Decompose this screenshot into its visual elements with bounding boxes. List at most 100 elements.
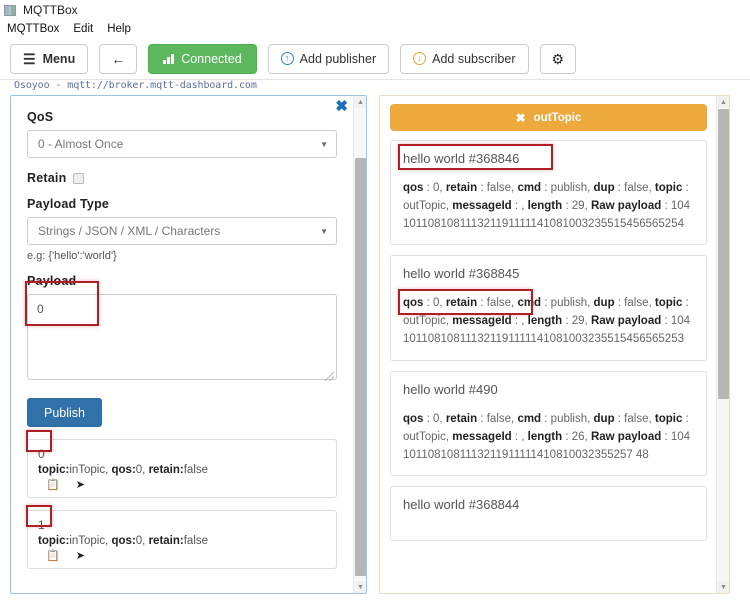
msg-dup-value: : false, — [615, 182, 655, 194]
msg-cmd-key: cmd — [517, 297, 541, 309]
resend-arrow-icon[interactable]: ➤ — [76, 550, 85, 563]
menu-button-label: Menu — [43, 52, 76, 66]
msg-messageid-key: messageId — [452, 315, 511, 327]
msg-cmd-value: : publish, — [541, 297, 593, 309]
message-card[interactable]: hello world #368845 qos : 0, retain : fa… — [390, 255, 707, 360]
payload-type-hint: e.g: {'hello':'world'} — [27, 250, 337, 262]
message-card[interactable]: hello world #368846 qos : 0, retain : fa… — [390, 140, 707, 245]
msg-raw-key: Raw payload — [591, 315, 661, 327]
history-qos-value: 0, — [136, 464, 149, 476]
publisher-scrollbar[interactable]: ▲ ▼ — [353, 96, 366, 593]
msg-qos-value: : 0, — [423, 182, 445, 194]
msg-dup-key: dup — [594, 182, 615, 194]
history-meta: topic:inTopic, qos:0, retain:false — [38, 535, 326, 547]
history-qos-value: 0, — [136, 535, 149, 547]
subscriber-topic-label: outTopic — [534, 112, 582, 124]
msg-retain-key: retain — [446, 413, 477, 425]
payload-type-label: Payload Type — [27, 197, 337, 211]
add-publisher-button[interactable]: ↑ Add publisher — [268, 44, 389, 74]
settings-button[interactable]: ⚙ — [540, 44, 577, 74]
signal-bars-icon — [163, 54, 175, 64]
menu-item-mqttbox[interactable]: MQTTBox — [7, 23, 59, 35]
qos-selected-value: 0 - Almost Once — [38, 137, 123, 151]
qos-label: QoS — [27, 110, 337, 124]
subscriber-topic-header[interactable]: ✖ outTopic — [390, 104, 707, 131]
msg-raw-key: Raw payload — [591, 431, 661, 443]
message-card[interactable]: hello world #490 qos : 0, retain : false… — [390, 371, 707, 476]
gear-icon: ⚙ — [552, 52, 565, 66]
payload-type-select[interactable]: Strings / JSON / XML / Characters ▼ — [27, 217, 337, 245]
msg-retain-value: : false, — [477, 413, 517, 425]
subscriber-panel: ✖ outTopic hello world #368846 qos : 0, … — [379, 95, 730, 594]
message-title: hello world #368845 — [403, 266, 694, 281]
message-title: hello world #368844 — [403, 497, 694, 512]
history-qos-key: qos: — [112, 464, 136, 476]
msg-length-value: : 26, — [562, 431, 591, 443]
retain-label: Retain — [27, 171, 66, 185]
chevron-down-icon: ▼ — [320, 227, 328, 236]
copy-icon[interactable]: 📋 — [46, 479, 60, 492]
menu-item-help[interactable]: Help — [107, 23, 131, 35]
msg-raw-key: Raw payload — [591, 200, 661, 212]
history-topic-value: inTopic, — [69, 464, 111, 476]
msg-length-key: length — [528, 315, 563, 327]
publish-button[interactable]: Publish — [27, 398, 102, 427]
retain-checkbox[interactable] — [73, 173, 84, 184]
chevron-down-icon: ▼ — [320, 140, 328, 149]
payload-input[interactable] — [27, 294, 337, 380]
history-topic-key: topic: — [38, 464, 69, 476]
msg-messageid-key: messageId — [452, 431, 511, 443]
msg-retain-value: : false, — [477, 182, 517, 194]
subscriber-scrollbar[interactable]: ▲ ▼ — [716, 96, 729, 593]
msg-topic-key: topic — [655, 182, 682, 194]
msg-topic-key: topic — [655, 413, 682, 425]
publisher-close-icon[interactable]: ✖ — [335, 99, 348, 114]
msg-dup-key: dup — [594, 413, 615, 425]
app-icon — [4, 5, 16, 16]
window-titlebar: MQTTBox — [0, 0, 750, 20]
menubar: MQTTBox Edit Help — [0, 20, 750, 38]
publish-history-item[interactable]: 1 topic:inTopic, qos:0, retain:false 📋 ➤ — [27, 510, 337, 569]
msg-dup-value: : false, — [615, 413, 655, 425]
circle-down-arrow-icon: ↓ — [413, 52, 426, 65]
broker-connection-label: Osoyoo - mqtt://broker.mqtt-dashboard.co… — [0, 80, 750, 95]
history-topic-value: inTopic, — [69, 535, 111, 547]
close-x-icon[interactable]: ✖ — [516, 111, 526, 125]
back-button[interactable]: ← — [99, 44, 137, 74]
msg-length-value: : 29, — [562, 315, 591, 327]
history-meta: topic:inTopic, qos:0, retain:false — [38, 464, 326, 476]
circle-up-arrow-icon: ↑ — [281, 52, 294, 65]
subscriber-scrollbar-thumb[interactable] — [718, 109, 729, 399]
scroll-up-arrow[interactable]: ▲ — [717, 96, 730, 108]
msg-dup-value: : false, — [615, 297, 655, 309]
add-subscriber-label: Add subscriber — [432, 52, 515, 66]
message-details: qos : 0, retain : false, cmd : publish, … — [403, 180, 694, 233]
copy-icon[interactable]: 📋 — [46, 550, 60, 563]
connection-status-button[interactable]: Connected — [148, 44, 256, 74]
history-payload: 0 — [38, 447, 326, 461]
message-title: hello world #368846 — [403, 151, 694, 166]
msg-cmd-value: : publish, — [541, 182, 593, 194]
msg-length-key: length — [528, 200, 563, 212]
retain-row: Retain — [27, 171, 337, 185]
qos-select[interactable]: 0 - Almost Once ▼ — [27, 130, 337, 158]
add-subscriber-button[interactable]: ↓ Add subscriber — [400, 44, 528, 74]
history-retain-key: retain: — [149, 535, 184, 547]
message-card[interactable]: hello world #368844 — [390, 486, 707, 541]
msg-messageid-key: messageId — [452, 200, 511, 212]
scroll-down-arrow[interactable]: ▼ — [717, 581, 730, 593]
menu-item-edit[interactable]: Edit — [73, 23, 93, 35]
publish-history-item[interactable]: 0 topic:inTopic, qos:0, retain:false 📋 ➤ — [27, 439, 337, 498]
msg-retain-key: retain — [446, 297, 477, 309]
scroll-down-arrow[interactable]: ▼ — [354, 581, 367, 593]
msg-length-key: length — [528, 431, 563, 443]
subscriber-content: ✖ outTopic hello world #368846 qos : 0, … — [380, 96, 716, 593]
hamburger-icon: ☰ — [23, 52, 36, 66]
publisher-scrollbar-thumb[interactable] — [355, 158, 366, 576]
message-title: hello world #490 — [403, 382, 694, 397]
resend-arrow-icon[interactable]: ➤ — [76, 479, 85, 492]
window-title: MQTTBox — [23, 3, 78, 17]
menu-button[interactable]: ☰ Menu — [10, 44, 88, 74]
add-publisher-label: Add publisher — [300, 52, 376, 66]
scroll-up-arrow[interactable]: ▲ — [354, 96, 367, 108]
